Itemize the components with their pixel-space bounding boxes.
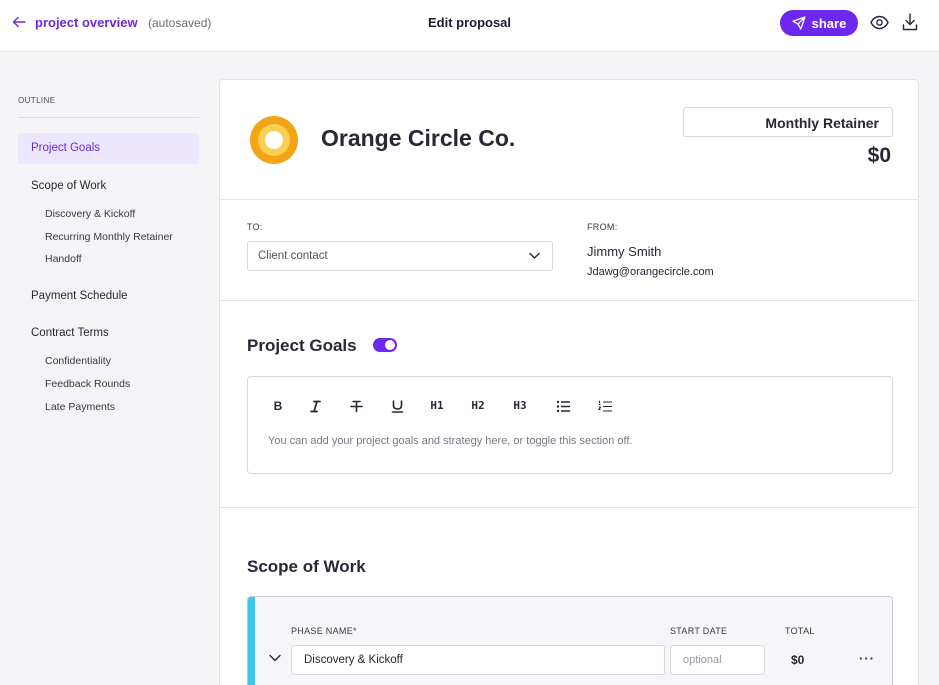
download-icon[interactable] [902, 13, 918, 31]
sidebar-subitem-recurring-monthly-retainer[interactable]: Recurring Monthly Retainer [45, 231, 173, 243]
phase-name-input[interactable]: Discovery & Kickoff [291, 645, 665, 675]
strikethrough-icon[interactable] [349, 400, 364, 413]
sidebar-item-project-goals[interactable]: Project Goals [18, 133, 199, 164]
more-options-icon[interactable]: ··· [859, 651, 875, 666]
project-goals-toggle[interactable] [373, 338, 397, 352]
phase-total: $0 [791, 653, 805, 667]
plan-type-field[interactable]: Monthly Retainer [683, 107, 893, 137]
underline-icon[interactable] [390, 400, 405, 413]
sender-email: Jdawg@orangecircle.com [587, 266, 714, 278]
phase-color-accent [248, 597, 255, 685]
section-divider [220, 199, 918, 200]
section-divider [220, 507, 918, 508]
heading-3-button[interactable]: H3 [509, 399, 531, 412]
heading-1-button[interactable]: H1 [426, 399, 448, 412]
client-contact-select[interactable]: Client contact [247, 241, 553, 271]
sidebar-item-contract-terms[interactable]: Contract Terms [31, 327, 109, 339]
sidebar-subitem-handoff[interactable]: Handoff [45, 253, 82, 265]
company-logo[interactable] [249, 115, 299, 165]
heading-2-button[interactable]: H2 [467, 399, 489, 412]
send-icon [791, 16, 806, 30]
chevron-down-icon[interactable] [269, 654, 281, 662]
project-goals-title: Project Goals [247, 336, 357, 355]
chevron-down-icon [529, 252, 540, 259]
phase-name-header: PHASE NAME* [291, 626, 357, 636]
bold-button[interactable]: B [270, 399, 286, 413]
outline-title: OUTLINE [18, 96, 56, 105]
italic-icon[interactable] [308, 400, 323, 413]
numbered-list-icon[interactable] [598, 400, 613, 413]
sidebar-subitem-discovery-kickoff[interactable]: Discovery & Kickoff [45, 208, 135, 220]
section-divider [220, 300, 918, 301]
sidebar-subitem-feedback-rounds[interactable]: Feedback Rounds [45, 378, 130, 390]
start-date-input[interactable]: optional [670, 645, 765, 675]
phase-card: PHASE NAME* START DATE TOTAL Discovery &… [247, 596, 893, 685]
eye-icon[interactable] [870, 14, 889, 31]
sidebar-item-scope-of-work[interactable]: Scope of Work [31, 180, 106, 192]
to-label: TO: [247, 222, 263, 232]
scope-of-work-title: Scope of Work [247, 557, 366, 576]
bulleted-list-icon[interactable] [556, 400, 571, 413]
company-name[interactable]: Orange Circle Co. [321, 125, 515, 152]
from-label: FROM: [587, 222, 618, 232]
start-date-header: START DATE [670, 626, 728, 636]
project-goals-editor[interactable]: B H1 H2 H3 You can add your project goal… [247, 376, 893, 474]
share-button[interactable]: share [780, 10, 858, 36]
outline-divider [18, 117, 199, 118]
sidebar-item-payment-schedule[interactable]: Payment Schedule [31, 290, 128, 302]
proposal-card: Orange Circle Co. Monthly Retainer $0 TO… [219, 79, 919, 685]
total-header: TOTAL [785, 626, 815, 636]
toggle-knob [385, 340, 395, 350]
top-bar: project overview (autosaved) Edit propos… [0, 0, 939, 52]
sidebar-subitem-late-payments[interactable]: Late Payments [45, 401, 115, 413]
sidebar-subitem-confidentiality[interactable]: Confidentiality [45, 355, 111, 367]
proposal-amount: $0 [867, 144, 891, 167]
client-contact-placeholder: Client contact [258, 250, 328, 262]
share-label: share [811, 15, 847, 31]
editor-placeholder: You can add your project goals and strat… [268, 435, 633, 447]
sender-name: Jimmy Smith [587, 244, 662, 259]
